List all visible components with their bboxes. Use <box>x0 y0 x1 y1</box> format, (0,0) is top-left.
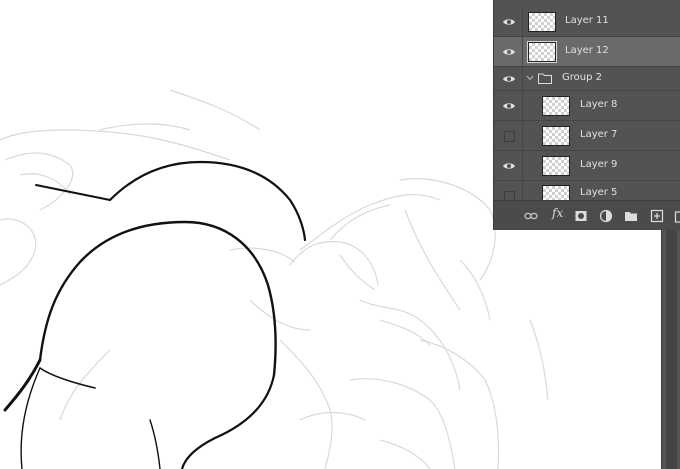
layer-thumbnail <box>527 41 557 63</box>
eye-icon[interactable] <box>502 159 516 173</box>
scrollbar-thumb[interactable] <box>666 230 677 469</box>
divider <box>522 181 523 200</box>
divider <box>522 37 523 66</box>
layer-name: Layer 12 <box>565 45 609 56</box>
visibility-toggle-empty[interactable] <box>504 131 515 142</box>
divider <box>522 67 523 90</box>
sketch-lines <box>0 89 549 469</box>
layers-panel-footer: fx <box>494 200 680 230</box>
divider <box>522 121 523 150</box>
adjustment-icon[interactable] <box>599 209 613 223</box>
folder-icon[interactable] <box>624 209 638 223</box>
layers-panel[interactable]: Layer 11 Layer 12 Group 2 Layer 8 Layer … <box>493 0 680 230</box>
fx-icon[interactable]: fx <box>552 206 563 220</box>
eye-icon[interactable] <box>502 45 516 59</box>
layer-row-layer-12[interactable]: Layer 12 <box>494 37 680 67</box>
panel-scrollbar[interactable] <box>661 230 680 469</box>
layer-row-layer-5[interactable]: Layer 5 <box>494 181 680 200</box>
layer-name: Group 2 <box>562 72 602 83</box>
layer-name: Layer 8 <box>580 99 618 110</box>
visibility-toggle-empty[interactable] <box>504 191 515 200</box>
eye-icon[interactable] <box>502 99 516 113</box>
layer-name: Layer 7 <box>580 129 618 140</box>
trash-icon[interactable] <box>674 209 680 223</box>
layer-thumbnail <box>542 126 570 146</box>
divider <box>522 7 523 36</box>
ink-lines <box>3 160 307 469</box>
layer-row-layer-7[interactable]: Layer 7 <box>494 121 680 151</box>
eye-icon[interactable] <box>502 72 516 86</box>
new-layer-icon[interactable] <box>650 209 664 223</box>
layer-row-group-2[interactable]: Group 2 <box>494 67 680 91</box>
layer-name: Layer 5 <box>580 187 618 198</box>
layer-row-layer-11[interactable]: Layer 11 <box>494 7 680 37</box>
layer-thumbnail <box>528 12 556 32</box>
layer-name: Layer 11 <box>565 15 609 26</box>
divider <box>522 91 523 120</box>
folder-icon <box>538 73 552 84</box>
chevron-down-icon[interactable] <box>526 74 534 82</box>
eye-icon[interactable] <box>502 15 516 29</box>
layer-thumbnail <box>542 96 570 116</box>
layer-row-layer-8[interactable]: Layer 8 <box>494 91 680 121</box>
layer-thumbnail <box>542 156 570 176</box>
layer-name: Layer 9 <box>580 159 618 170</box>
mask-icon[interactable] <box>574 209 588 223</box>
divider <box>522 151 523 180</box>
layer-row-layer-9[interactable]: Layer 9 <box>494 151 680 181</box>
link-icon[interactable] <box>524 209 538 223</box>
layer-thumbnail <box>542 185 570 200</box>
